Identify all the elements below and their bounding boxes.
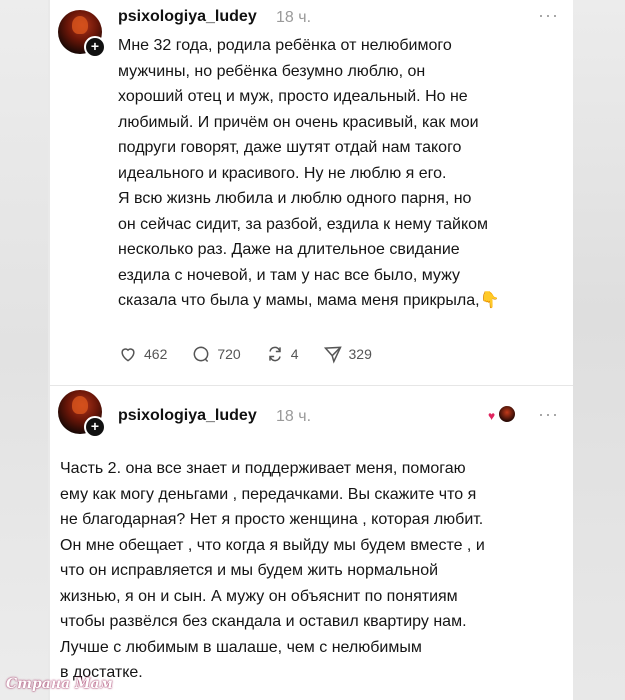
share-icon [323,346,342,364]
more-options-icon[interactable]: ··· [538,5,559,26]
avatar[interactable]: + [58,390,106,438]
post-text: Мне 32 года, родила ребёнка от нелюбимог… [118,37,500,309]
username[interactable]: psixologiya_ludey [118,8,257,26]
post-time: 18 ч. [276,9,312,26]
background-right [573,0,625,700]
heart-icon [121,348,135,362]
share-count: 329 [348,346,372,362]
post-time: 18 ч. [276,408,312,425]
like-button[interactable]: 462 [118,344,167,364]
repost-icon [268,346,281,362]
feed-card: + psixologiya_ludey 18 ч. ··· Мне 32 год… [50,0,573,700]
avatar-image [72,16,88,34]
comment-icon [193,346,209,363]
reaction-badge[interactable]: ♥ [488,405,516,423]
like-count: 462 [144,346,168,362]
follow-plus-icon[interactable]: + [84,36,106,58]
post-text: Часть 2. она все знает и поддерживает ме… [60,460,485,681]
repost-button[interactable]: 4 [265,344,299,364]
follow-plus-icon[interactable]: + [84,416,106,438]
reaction-heart-icon: ♥ [488,409,496,423]
more-options-icon[interactable]: ··· [538,404,559,425]
reactor-avatar [498,405,516,423]
background-left [0,0,48,700]
comment-count: 720 [217,346,241,362]
post-1: + psixologiya_ludey 18 ч. ··· Мне 32 год… [50,0,573,385]
username[interactable]: psixologiya_ludey [118,407,257,425]
avatar-image [72,396,88,414]
post-actions: 462 720 4 329 [118,342,396,366]
post-2: + psixologiya_ludey 18 ч. ♥ ··· Часть 2.… [50,385,573,700]
comment-button[interactable]: 720 [191,344,241,364]
avatar[interactable]: + [58,10,106,58]
repost-count: 4 [290,346,299,362]
share-button[interactable]: 329 [323,344,372,364]
watermark-logo: Страна Мам [6,676,113,692]
